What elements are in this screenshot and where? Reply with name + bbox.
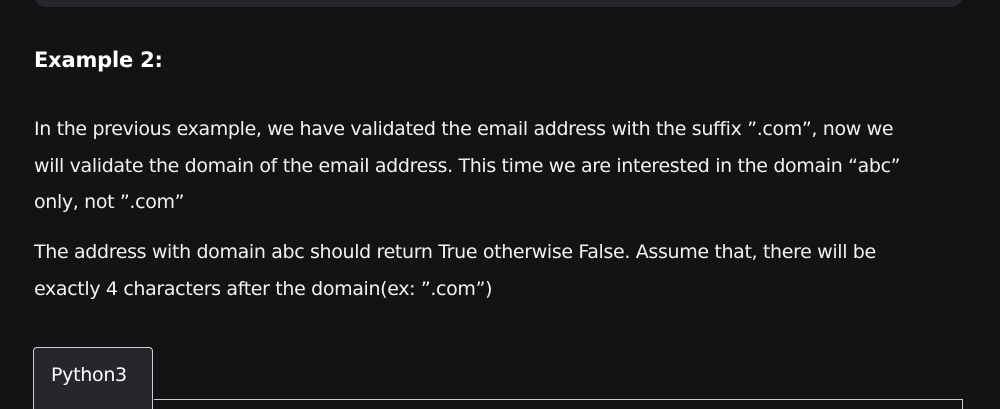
paragraph-line: The address with domain abc should retur… [34, 241, 876, 263]
code-tab-bar-border [154, 399, 963, 400]
example-description-paragraph: In the previous example, we have validat… [34, 111, 964, 221]
paragraph-line: only, not ”.com” [34, 191, 185, 213]
example-requirement-paragraph: The address with domain abc should retur… [34, 234, 964, 307]
example-heading: Example 2: [34, 48, 163, 72]
paragraph-line: exactly 4 characters after the domain(ex… [34, 277, 493, 300]
paragraph-line: In the previous example, we have validat… [34, 118, 894, 140]
paragraph-line: will validate the domain of the email ad… [34, 154, 901, 177]
tab-python3[interactable]: Python3 [33, 347, 153, 409]
tab-python3-label: Python3 [51, 364, 127, 386]
previous-code-block [34, 0, 963, 7]
code-panel-right-border [962, 399, 963, 409]
